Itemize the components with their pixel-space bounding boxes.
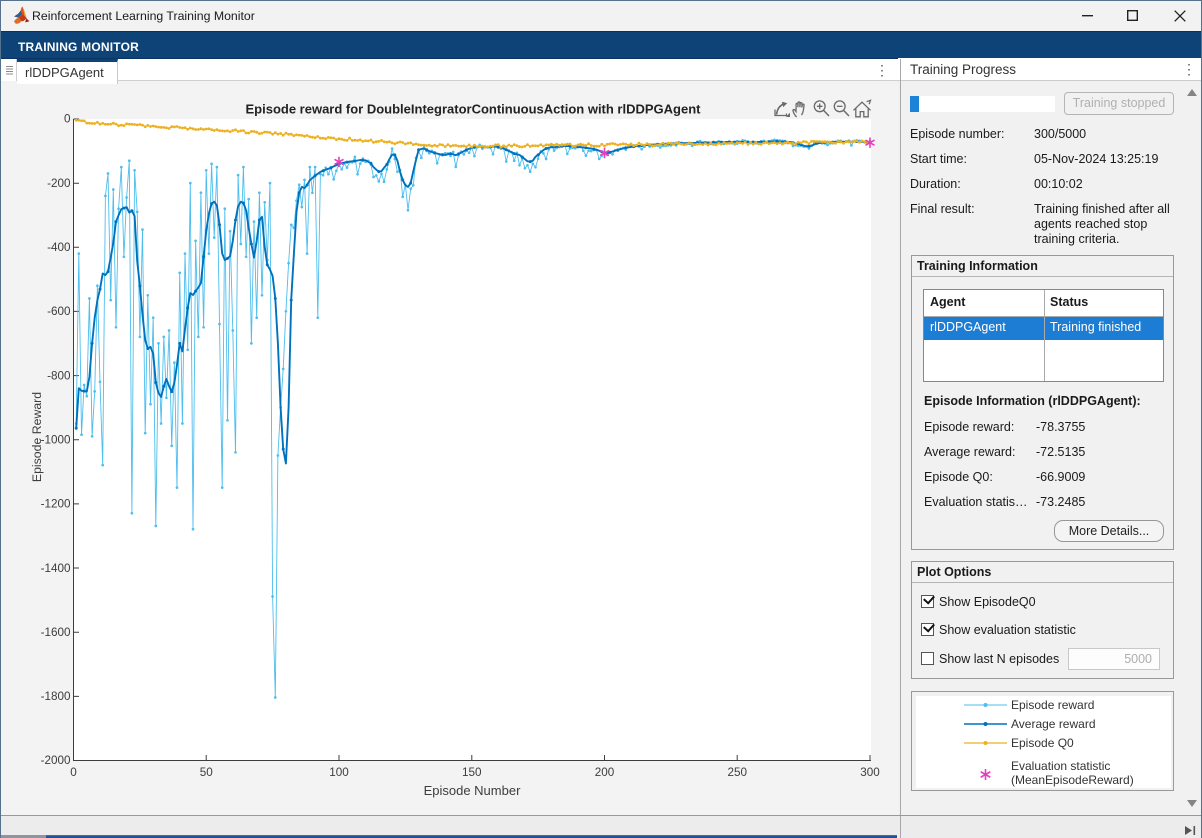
svg-text:Episode Reward: Episode Reward xyxy=(30,392,44,482)
svg-text:150: 150 xyxy=(462,766,482,779)
svg-text:-400: -400 xyxy=(47,241,71,254)
svg-text:-600: -600 xyxy=(47,305,71,318)
svg-text:0: 0 xyxy=(70,766,77,779)
svg-text:-1200: -1200 xyxy=(41,498,71,511)
svg-text:(MeanEpisodeReward): (MeanEpisodeReward) xyxy=(1011,773,1134,787)
svg-text:Evaluation statistic: Evaluation statistic xyxy=(1011,759,1110,773)
svg-text:300: 300 xyxy=(860,766,880,779)
svg-text:-200: -200 xyxy=(47,177,71,190)
svg-text:-1800: -1800 xyxy=(41,690,71,703)
svg-text:250: 250 xyxy=(727,766,747,779)
svg-text:0: 0 xyxy=(64,113,71,126)
svg-text:-1400: -1400 xyxy=(41,562,71,575)
svg-text:Average reward: Average reward xyxy=(1011,717,1096,731)
svg-text:-2000: -2000 xyxy=(41,754,71,767)
svg-text:200: 200 xyxy=(595,766,615,779)
svg-text:-1600: -1600 xyxy=(41,626,71,639)
svg-text:-1000: -1000 xyxy=(41,433,71,446)
svg-text:Episode reward for DoubleInteg: Episode reward for DoubleIntegratorConti… xyxy=(245,102,701,117)
svg-text:50: 50 xyxy=(200,766,214,779)
svg-text:100: 100 xyxy=(329,766,349,779)
svg-text:Episode Number: Episode Number xyxy=(424,783,521,798)
svg-text:Episode Q0: Episode Q0 xyxy=(1011,736,1074,750)
svg-text:Episode reward: Episode reward xyxy=(1011,698,1094,712)
svg-text:-800: -800 xyxy=(47,369,71,382)
